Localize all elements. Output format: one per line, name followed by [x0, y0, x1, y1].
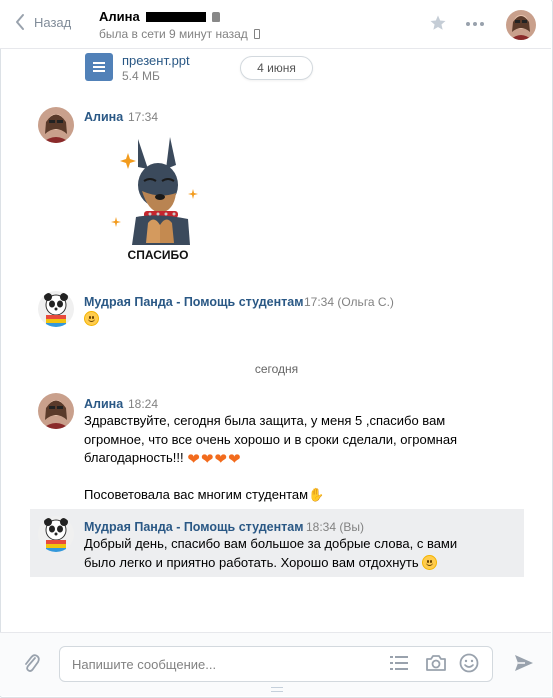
message-time[interactable]: 17:34 — [128, 110, 158, 124]
more-icon[interactable] — [466, 22, 484, 26]
message-line: благодарность!!! ❤ ❤ ❤ ❤ — [84, 449, 514, 468]
phone-icon — [253, 29, 260, 39]
message-author[interactable]: Мудрая Панда - Помощь студентам — [84, 295, 303, 309]
back-button[interactable]: Назад — [14, 13, 71, 31]
message-author[interactable]: Алина — [84, 397, 123, 411]
chat-window — [0, 0, 553, 698]
message-line-text: было легко и приятно работать. Хорошо ва… — [84, 554, 419, 570]
avatar[interactable] — [38, 516, 74, 552]
message-text: Здравствуйте, сегодня была защита, у мен… — [84, 412, 514, 505]
day-separator: сегодня — [254, 362, 299, 376]
list-icon[interactable] — [390, 655, 408, 671]
message-author[interactable]: Мудрая Панда - Помощь студентам — [84, 520, 303, 534]
smile-emoji — [84, 311, 99, 326]
lock-icon — [211, 11, 220, 22]
sticker-thanks[interactable]: СПАСИБО — [108, 133, 208, 265]
file-attachment[interactable]: презент.ppt 5.4 МБ — [85, 53, 190, 84]
chat-header: Назад Алина была в сети 9 минут назад — [0, 0, 551, 49]
message-line: Посоветовала вас многим студентам✋ — [84, 486, 514, 506]
ok-hand-emoji: ✋ — [308, 487, 325, 503]
message-time[interactable]: 18:24 — [128, 397, 158, 411]
smile-emoji — [422, 554, 438, 570]
peer-status-text: была в сети 9 минут назад — [99, 27, 248, 41]
file-size: 5.4 МБ — [122, 69, 160, 83]
sticker-caption: СПАСИБО — [128, 248, 189, 262]
camera-icon[interactable] — [425, 654, 447, 672]
avatar[interactable] — [38, 291, 74, 327]
peer-info[interactable]: Алина была в сети 9 минут назад — [99, 9, 260, 41]
emoji-icon[interactable] — [459, 653, 479, 673]
peer-name: Алина — [99, 9, 140, 24]
message-line: огромное, что все очень хорошо и в сроки… — [84, 431, 458, 447]
send-icon[interactable] — [513, 653, 535, 673]
message-text — [84, 310, 99, 329]
message-line: Здравствуйте, сегодня была защита, у мен… — [84, 413, 446, 428]
resize-handle[interactable] — [271, 687, 283, 692]
message-time[interactable]: 18:34 (Вы) — [306, 520, 364, 534]
chevron-left-icon — [16, 14, 24, 30]
paperclip-icon[interactable] — [22, 652, 40, 674]
avatar[interactable] — [506, 10, 536, 40]
avatar[interactable] — [38, 107, 74, 143]
message-time[interactable]: 17:34 (Ольга С.) — [304, 295, 394, 309]
date-pill: 4 июня — [240, 56, 313, 80]
file-name[interactable]: презент.ppt — [122, 53, 190, 68]
heart-emoji: ❤ ❤ ❤ ❤ — [187, 450, 241, 468]
peer-status: была в сети 9 минут назад — [99, 27, 260, 41]
avatar[interactable] — [38, 393, 74, 429]
message-line-text: Посоветовала вас многим студентам — [84, 486, 309, 502]
redacted-surname — [145, 11, 206, 22]
message-line: было легко и приятно работать. Хорошо ва… — [84, 554, 514, 573]
message-line-text: благодарность!!! — [84, 450, 184, 465]
message-author[interactable]: Алина — [84, 110, 123, 124]
message-line: Добрый день, спасибо вам большое за добр… — [84, 536, 458, 551]
back-label: Назад — [34, 14, 72, 30]
document-icon — [85, 53, 113, 81]
message-text: Добрый день, спасибо вам большое за добр… — [84, 535, 514, 572]
star-icon[interactable] — [429, 14, 447, 32]
